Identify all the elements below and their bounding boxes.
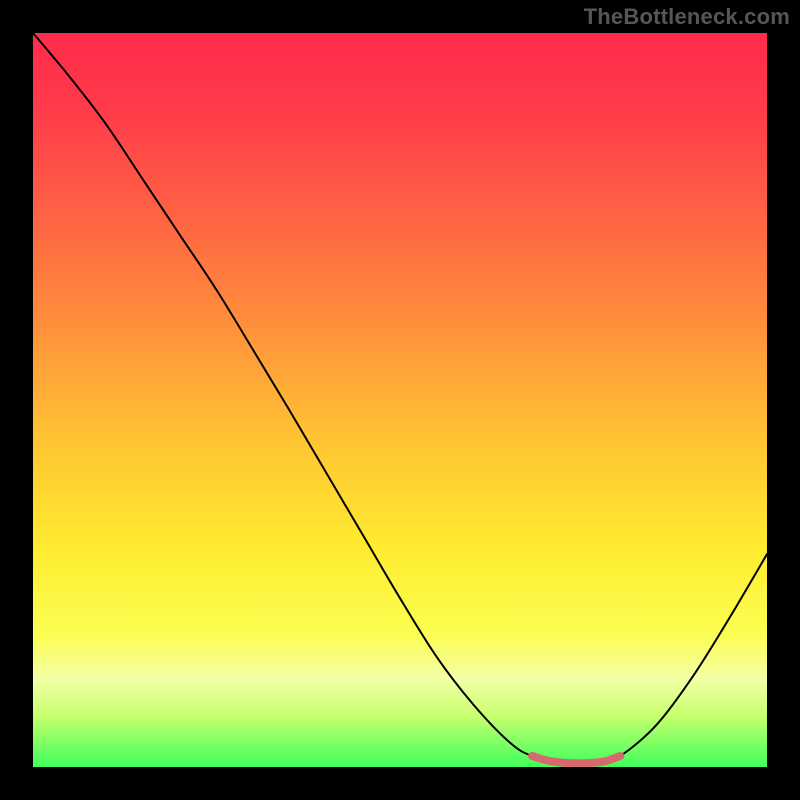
bottleneck-curve xyxy=(33,33,767,763)
plot-area xyxy=(33,33,767,767)
watermark-text: TheBottleneck.com xyxy=(584,4,790,30)
optimal-range-highlight xyxy=(532,756,620,763)
chart-frame: TheBottleneck.com xyxy=(0,0,800,800)
curve-svg xyxy=(33,33,767,767)
